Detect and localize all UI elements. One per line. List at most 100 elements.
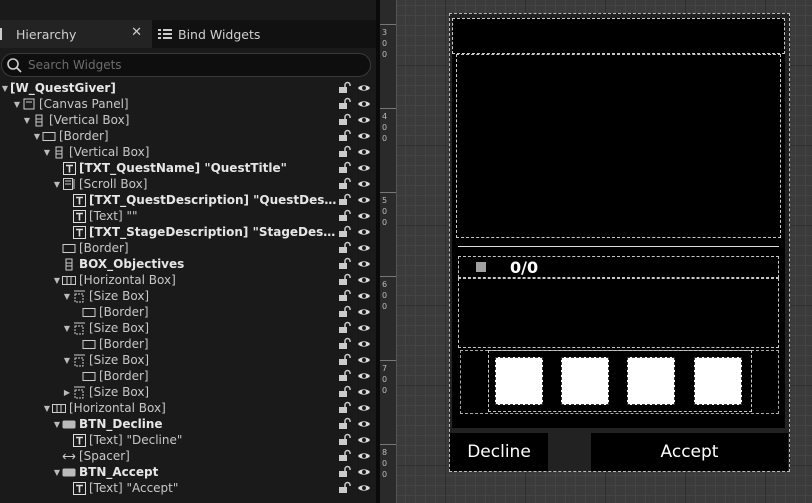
expand-arrow-icon[interactable]: ▼	[22, 116, 32, 125]
tree-item[interactable]: [Border]	[0, 368, 376, 384]
lock-icon[interactable]	[338, 97, 352, 113]
expand-arrow-icon[interactable]: ▼	[52, 276, 62, 285]
size-box-2[interactable]	[561, 357, 609, 405]
lock-icon[interactable]	[338, 321, 352, 337]
visibility-eye-icon[interactable]	[357, 338, 371, 352]
tree-item[interactable]: ▼ [Vertical Box]	[0, 112, 376, 128]
visibility-eye-icon[interactable]	[357, 370, 371, 384]
lock-icon[interactable]	[338, 209, 352, 225]
lock-icon[interactable]	[338, 449, 352, 465]
tree-item[interactable]: [Text] "Accept"	[0, 480, 376, 496]
visibility-eye-icon[interactable]	[357, 306, 371, 320]
tree-item[interactable]: [Border]	[0, 336, 376, 352]
expand-arrow-icon[interactable]: ▼	[62, 356, 72, 365]
tree-item[interactable]: [Text] ""	[0, 208, 376, 224]
expand-arrow-icon[interactable]: ▼	[62, 324, 72, 333]
accept-button[interactable]: Accept	[591, 433, 788, 471]
expand-arrow-icon[interactable]: ▼	[62, 292, 72, 301]
lock-icon[interactable]	[338, 369, 352, 385]
lock-icon[interactable]	[338, 257, 352, 273]
visibility-eye-icon[interactable]	[357, 418, 371, 432]
lock-icon[interactable]	[338, 305, 352, 321]
tree-item[interactable]: ▼ [W_QuestGiver]	[0, 80, 376, 96]
visibility-eye-icon[interactable]	[357, 274, 371, 288]
expand-arrow-icon[interactable]: ▼	[52, 180, 62, 189]
tree-item[interactable]: ▼ [Size Box]	[0, 320, 376, 336]
visibility-eye-icon[interactable]	[357, 242, 371, 256]
tree-item[interactable]: [Border]	[0, 240, 376, 256]
expand-arrow-icon[interactable]: ▼	[0, 84, 10, 93]
visibility-eye-icon[interactable]	[357, 402, 371, 416]
lock-icon[interactable]	[338, 417, 352, 433]
lock-icon[interactable]	[338, 385, 352, 401]
lock-icon[interactable]	[338, 465, 352, 481]
expand-arrow-icon[interactable]: ▼	[32, 132, 42, 141]
tree-item[interactable]: ▼ [Vertical Box]	[0, 144, 376, 160]
tree-item[interactable]: [TXT_QuestName] "QuestTitle"	[0, 160, 376, 176]
lock-icon[interactable]	[338, 161, 352, 177]
visibility-eye-icon[interactable]	[357, 386, 371, 400]
lock-icon[interactable]	[338, 289, 352, 305]
visibility-eye-icon[interactable]	[357, 466, 371, 480]
visibility-eye-icon[interactable]	[357, 194, 371, 208]
tab-hierarchy[interactable]: Hierarchy ✕	[0, 20, 152, 48]
tree-item[interactable]: [Text] "Decline"	[0, 432, 376, 448]
decline-button[interactable]: Decline	[450, 433, 548, 471]
tree-item[interactable]: ▼ [Horizontal Box]	[0, 272, 376, 288]
close-icon[interactable]: ✕	[131, 25, 142, 40]
tree-item[interactable]: ▼ [Size Box]	[0, 288, 376, 304]
size-box-3[interactable]	[627, 357, 675, 405]
visibility-eye-icon[interactable]	[357, 434, 371, 448]
scroll-box-outline[interactable]	[456, 54, 781, 238]
objectives-box-outline[interactable]	[458, 278, 779, 348]
tree-item[interactable]: ▼ [Scroll Box]	[0, 176, 376, 192]
lock-icon[interactable]	[338, 81, 352, 97]
visibility-eye-icon[interactable]	[357, 226, 371, 240]
search-input[interactable]	[28, 58, 348, 72]
lock-icon[interactable]	[338, 241, 352, 257]
tree-item[interactable]: ▼ [Border]	[0, 128, 376, 144]
quest-title-slot[interactable]	[452, 18, 785, 54]
tree-item[interactable]: [Spacer]	[0, 448, 376, 464]
tree-item[interactable]: [TXT_QuestDescription] "QuestDescript.."	[0, 192, 376, 208]
visibility-eye-icon[interactable]	[357, 146, 371, 160]
expand-arrow-icon[interactable]: ▼	[12, 100, 22, 109]
lock-icon[interactable]	[338, 145, 352, 161]
lock-icon[interactable]	[338, 113, 352, 129]
lock-icon[interactable]	[338, 193, 352, 209]
objectives-row[interactable]	[458, 256, 779, 278]
visibility-eye-icon[interactable]	[357, 290, 371, 304]
visibility-eye-icon[interactable]	[357, 354, 371, 368]
collapsed-arrow-icon[interactable]: ▶	[62, 388, 72, 397]
lock-icon[interactable]	[338, 273, 352, 289]
visibility-eye-icon[interactable]	[357, 114, 371, 128]
visibility-eye-icon[interactable]	[357, 210, 371, 224]
lock-icon[interactable]	[338, 177, 352, 193]
tree-item[interactable]: ▼ [Size Box]	[0, 352, 376, 368]
tree-item[interactable]: [Border]	[0, 304, 376, 320]
expand-arrow-icon[interactable]: ▼	[42, 404, 52, 413]
tree-item[interactable]: ▼ [Canvas Panel]	[0, 96, 376, 112]
lock-icon[interactable]	[338, 481, 352, 497]
lock-icon[interactable]	[338, 337, 352, 353]
lock-icon[interactable]	[338, 129, 352, 145]
visibility-eye-icon[interactable]	[357, 162, 371, 176]
expand-arrow-icon[interactable]: ▼	[42, 148, 52, 157]
tree-item[interactable]: ▼ BTN_Accept	[0, 464, 376, 480]
lock-icon[interactable]	[338, 353, 352, 369]
size-box-1[interactable]	[495, 357, 543, 405]
lock-icon[interactable]	[338, 433, 352, 449]
expand-arrow-icon[interactable]: ▼	[52, 420, 62, 429]
tree-item[interactable]: ▶ [Size Box]	[0, 384, 376, 400]
visibility-eye-icon[interactable]	[357, 130, 371, 144]
visibility-eye-icon[interactable]	[357, 482, 371, 496]
tree-item[interactable]: ▼ BTN_Decline	[0, 416, 376, 432]
expand-arrow-icon[interactable]: ▼	[52, 468, 62, 477]
visibility-eye-icon[interactable]	[357, 258, 371, 272]
visibility-eye-icon[interactable]	[357, 178, 371, 192]
visibility-eye-icon[interactable]	[357, 82, 371, 96]
size-box-4[interactable]	[694, 357, 742, 405]
tab-bind-widgets[interactable]: Bind Widgets	[158, 20, 358, 48]
lock-icon[interactable]	[338, 225, 352, 241]
lock-icon[interactable]	[338, 401, 352, 417]
